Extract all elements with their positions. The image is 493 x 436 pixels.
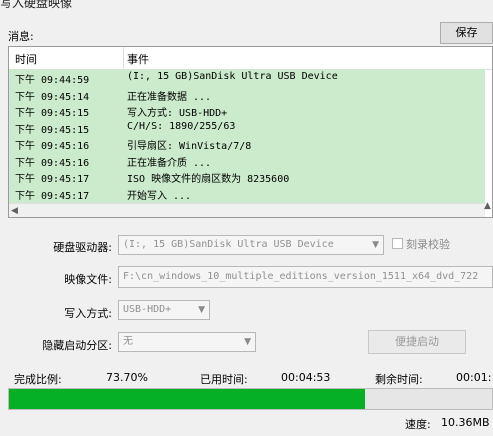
hidden-partition-select[interactable]: 无 ▼ — [118, 332, 256, 352]
write-method-label: 写入方式: — [64, 307, 112, 320]
log-time: 下午 09:45:17 — [15, 190, 90, 202]
chevron-down-icon: ▼ — [198, 305, 205, 315]
log-row[interactable]: 下午 09:45:16 正在准备介质 ... — [9, 152, 485, 169]
complete-value: 73.70% — [106, 371, 148, 384]
disk-drive-label: 硬盘驱动器: — [53, 241, 112, 254]
log-row[interactable]: 下午 09:45:16 引导扇区: WinVista/7/8 — [9, 135, 485, 152]
progress-bar — [8, 388, 493, 410]
message-log[interactable]: 时间 事件 下午 09:44:59 (I:, 15 GB)SanDisk Ultr… — [8, 46, 493, 218]
complete-label: 完成比例: — [14, 373, 62, 386]
log-row[interactable]: 下午 09:44:59 (I:, 15 GB)SanDisk Ultra USB … — [9, 69, 485, 86]
log-event: C/H/S: 1890/255/63 — [127, 120, 236, 132]
log-event: 开始写入 ... — [127, 190, 192, 202]
horizontal-scrollbar[interactable]: ◀ — [9, 203, 485, 217]
write-method-select[interactable]: USB-HDD+ ▼ — [118, 300, 210, 320]
log-time: 下午 09:45:14 — [15, 91, 90, 103]
log-event: 写入方式: USB-HDD+ — [127, 108, 228, 119]
log-time: 下午 09:45:15 — [15, 124, 90, 136]
log-rows: 下午 09:44:59 (I:, 15 GB)SanDisk Ultra USB … — [9, 69, 485, 203]
log-row[interactable]: 下午 09:45:15 C/H/S: 1890/255/63 — [9, 119, 485, 136]
messages-label: 消息: — [8, 30, 34, 43]
scroll-up-icon[interactable]: ▲ — [484, 201, 491, 211]
log-row[interactable]: 下午 09:45:17 ISO 映像文件的扇区数为 8235600 — [9, 168, 485, 185]
log-time: 下午 09:44:59 — [15, 75, 90, 86]
log-header: 时间 事件 — [9, 47, 492, 70]
log-row[interactable]: 下午 09:45:17 开始写入 ... — [9, 185, 485, 202]
elapsed-value: 00:04:53 — [281, 371, 331, 384]
log-event: (I:, 15 GB)SanDisk Ultra USB Device — [127, 71, 338, 82]
verify-label: 刻录校验 — [406, 238, 450, 251]
hidden-partition-label: 隐藏启动分区: — [42, 339, 112, 352]
log-time: 下午 09:45:16 — [15, 157, 90, 169]
window-title: 写入硬盘映像 — [0, 0, 73, 10]
speed-label: 速度: — [405, 418, 431, 431]
log-event: 正在准备数据 ... — [127, 91, 212, 103]
save-button[interactable]: 保存 — [440, 22, 493, 44]
scroll-left-icon[interactable]: ◀ — [11, 206, 18, 216]
column-divider — [123, 47, 124, 69]
log-event: 引导扇区: WinVista/7/8 — [127, 141, 252, 152]
remaining-label: 剩余时间: — [375, 373, 423, 386]
elapsed-label: 已用时间: — [200, 373, 248, 386]
speed-value: 10.36MB — [441, 416, 490, 429]
image-file-label: 映像文件: — [64, 273, 112, 286]
log-row[interactable]: 下午 09:45:15 写入方式: USB-HDD+ — [9, 102, 485, 119]
chevron-down-icon: ▼ — [244, 337, 251, 347]
log-event: 正在准备介质 ... — [127, 157, 212, 169]
write-method-value: USB-HDD+ — [123, 304, 172, 315]
column-header-time[interactable]: 时间 — [15, 51, 37, 67]
log-time: 下午 09:45:17 — [15, 174, 90, 185]
disk-drive-select[interactable]: (I:, 15 GB)SanDisk Ultra USB Device ▼ — [118, 235, 384, 255]
chevron-down-icon: ▼ — [372, 240, 379, 250]
progress-fill — [9, 389, 365, 409]
image-file-field[interactable]: F:\cn_windows_10_multiple_editions_versi… — [118, 266, 493, 288]
log-event: ISO 映像文件的扇区数为 8235600 — [127, 174, 290, 185]
quick-boot-button[interactable]: 便捷启动 — [368, 330, 466, 354]
column-header-event[interactable]: 事件 — [127, 51, 149, 67]
log-time: 下午 09:45:15 — [15, 108, 90, 119]
remaining-value: 00:01: — [456, 371, 492, 384]
disk-drive-value: (I:, 15 GB)SanDisk Ultra USB Device — [123, 239, 334, 250]
log-row[interactable]: 下午 09:45:14 正在准备数据 ... — [9, 86, 485, 103]
verify-checkbox[interactable] — [392, 238, 403, 249]
hidden-partition-value: 无 — [123, 336, 133, 347]
log-time: 下午 09:45:16 — [15, 141, 90, 152]
